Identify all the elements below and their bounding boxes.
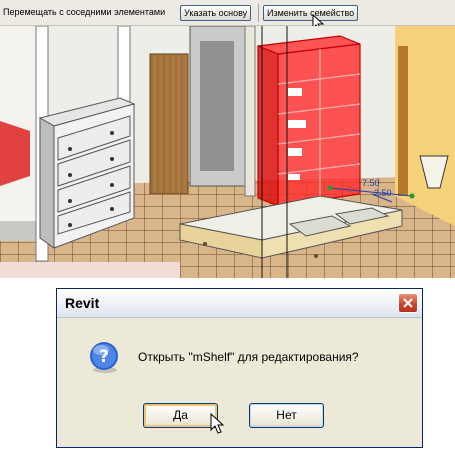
dimension-label-1: 7.50 (362, 178, 380, 188)
dialog-title: Revit (65, 295, 100, 311)
dimension-label-2: 2.50 (374, 188, 392, 198)
edit-family-dialog: Revit ? Открыть "mShelf" для редактирова… (56, 288, 423, 448)
no-button[interactable]: Нет (249, 403, 324, 428)
close-button[interactable] (398, 293, 418, 313)
dialog-titlebar[interactable]: Revit (57, 289, 422, 318)
dialog-message: Открыть "mShelf" для редактирования? (138, 350, 359, 364)
3d-viewport[interactable]: 7.50 2.50 (0, 26, 455, 278)
viewport-bottom-strip (0, 278, 455, 288)
options-bar: Перемещать с соседними элементами Указат… (0, 0, 455, 32)
move-with-neighbors-label: Перемещать с соседними элементами (3, 7, 166, 17)
selected-shelf (257, 35, 361, 207)
toolbar-separator (258, 4, 259, 22)
question-icon: ? (90, 342, 118, 373)
yes-button[interactable]: Да (143, 403, 218, 428)
close-icon (403, 298, 413, 308)
pick-host-button[interactable]: Указать основу (180, 5, 252, 21)
mouse-pointer-icon (210, 413, 225, 434)
edit-family-button[interactable]: Изменить семейство (263, 5, 359, 21)
svg-text:?: ? (99, 347, 109, 367)
